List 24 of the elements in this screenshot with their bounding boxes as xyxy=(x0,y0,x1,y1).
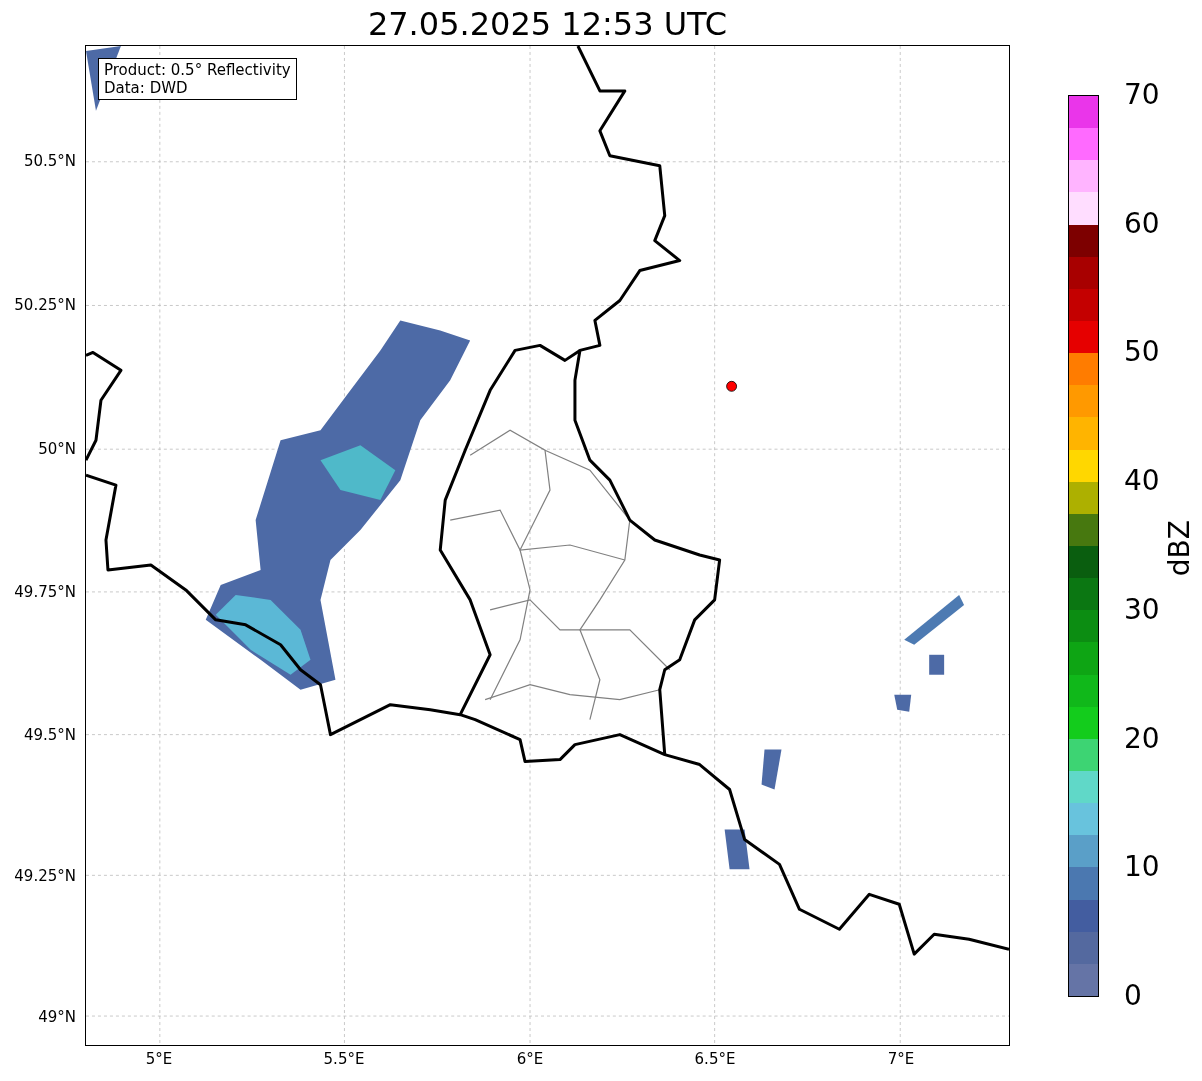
latitude-label: 49.75°N xyxy=(14,583,76,601)
latitude-label: 50.25°N xyxy=(14,296,76,314)
legend-text: Data: DWD xyxy=(104,79,189,97)
longitude-label: 5°E xyxy=(144,1050,174,1068)
colorbar-label: dBZ xyxy=(1164,520,1196,577)
colorbar-tick-label: 20 xyxy=(1124,722,1160,755)
colorbar-tick-label: 0 xyxy=(1124,980,1142,1012)
latitude-label: 50.5°N xyxy=(23,152,76,170)
colorbar-tick-label: 50 xyxy=(1124,336,1160,369)
colorbar-tick-label: 70 xyxy=(1124,79,1160,111)
legend-text: Product: 0.5° Reflectivity xyxy=(104,61,291,79)
longitude-label: 6.5°E xyxy=(693,1050,737,1068)
longitude-label: 6°E xyxy=(515,1050,545,1068)
longitude-label: 5.5°E xyxy=(322,1050,366,1068)
colorbar-tick-label: 60 xyxy=(1124,207,1160,240)
chart-title: 27.05.2025 12:53 UTC xyxy=(366,4,729,44)
latitude-label: 50°N xyxy=(38,440,76,458)
longitude-label: 7°E xyxy=(886,1050,916,1068)
colorbar-tick-label: 30 xyxy=(1124,593,1160,626)
colorbar-tick-label: 10 xyxy=(1124,851,1160,884)
latitude-label: 49°N xyxy=(38,1008,76,1026)
latitude-label: 49.25°N xyxy=(14,867,76,885)
colorbar-tick-label: 40 xyxy=(1124,465,1160,498)
latitude-label: 49.5°N xyxy=(23,726,76,744)
